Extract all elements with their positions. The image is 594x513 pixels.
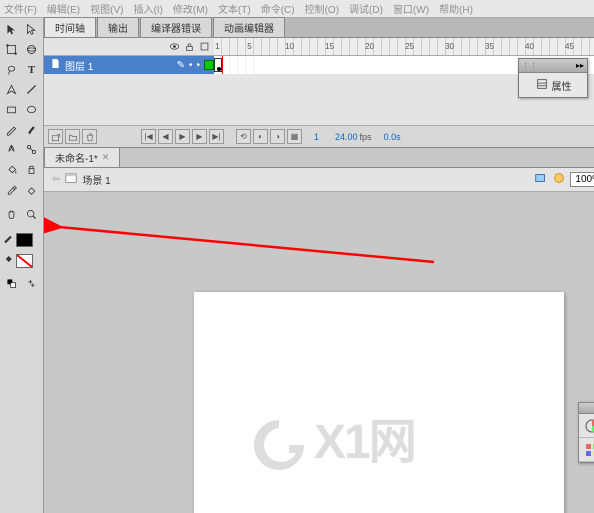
layer-outline-box[interactable]	[204, 60, 214, 70]
new-folder-button[interactable]	[65, 129, 80, 144]
tab-compiler-errors[interactable]: 编译器错误	[140, 17, 212, 37]
panel-gripper[interactable]	[579, 403, 594, 414]
layer-row[interactable]: 图层 1 ✎ ••	[44, 56, 214, 74]
playhead-line	[222, 56, 223, 74]
ink-bottle-tool[interactable]	[22, 160, 41, 179]
doc-tab-label: 未命名-1*	[55, 150, 98, 165]
collapse-icon[interactable]: ▸▸	[576, 61, 584, 70]
frame-ruler[interactable]: 1 5 10 15 20 25 30 35	[214, 38, 594, 55]
doc-tab[interactable]: 未命名-1* ✕	[44, 147, 120, 167]
onion-skin-button[interactable]: ◐	[253, 129, 268, 144]
pencil-tool[interactable]	[2, 120, 21, 139]
properties-panel: ⋮⋮ ▸▸ 属性	[518, 58, 588, 98]
scene-bar: ⇦ 场景 1 100%	[44, 168, 594, 192]
menubar: 文件(F) 编辑(E) 视图(V) 插入(I) 修改(M) 文本(T) 命令(C…	[0, 0, 594, 18]
menu-view[interactable]: 视图(V)	[90, 1, 123, 16]
zoom-tool[interactable]	[22, 205, 41, 224]
layer-name: 图层 1	[65, 58, 93, 73]
swap-colors-button[interactable]	[22, 274, 41, 293]
properties-icon[interactable]	[535, 77, 549, 94]
step-forward-button[interactable]: ▶	[192, 129, 207, 144]
menu-commands[interactable]: 命令(C)	[261, 1, 295, 16]
canvas[interactable]	[194, 292, 564, 513]
3d-rotation-tool[interactable]	[22, 40, 41, 59]
black-white-button[interactable]	[2, 274, 21, 293]
layer-column-header	[44, 38, 214, 55]
paint-bucket-tool[interactable]	[2, 160, 21, 179]
text-tool[interactable]: T	[22, 60, 41, 79]
selection-tool[interactable]	[2, 20, 21, 39]
keyframe[interactable]	[214, 58, 222, 72]
lasso-tool[interactable]	[2, 60, 21, 79]
layer-page-icon	[50, 58, 61, 72]
fps-value: 24.00	[335, 132, 358, 142]
timeline-panel: 1 5 10 15 20 25 30 35	[44, 38, 594, 148]
oval-tool[interactable]	[22, 100, 41, 119]
menu-control[interactable]: 控制(O)	[305, 1, 339, 16]
tab-output[interactable]: 输出	[97, 17, 139, 37]
eyedropper-tool[interactable]	[2, 180, 21, 199]
eye-icon[interactable]	[168, 41, 180, 53]
step-back-button[interactable]: ◀	[158, 129, 173, 144]
menu-help[interactable]: 帮助(H)	[439, 1, 473, 16]
stroke-color-swatch[interactable]	[16, 233, 33, 247]
panel-tabs: 时间轴 输出 编译器错误 动画编辑器	[44, 18, 594, 38]
menu-insert[interactable]: 插入(I)	[133, 1, 162, 16]
line-tool[interactable]	[22, 80, 41, 99]
zoom-field[interactable]: 100%	[570, 172, 594, 187]
timeline-footer: |◀ ◀ ▶ ▶ ▶| ⟲ ◐ ◑ ▦ 1 24.00 fps 0.0s	[44, 125, 594, 147]
toolbox: T	[0, 18, 44, 513]
panel-gripper-icon[interactable]: ⋮⋮	[522, 62, 538, 70]
fill-color-icon	[2, 252, 14, 270]
tools-float-panel	[578, 402, 594, 463]
document-tabs: 未命名-1* ✕	[44, 148, 594, 168]
properties-label: 属性	[552, 78, 572, 93]
fps-label: fps	[360, 132, 372, 142]
lock-icon[interactable]	[183, 41, 195, 53]
goto-first-button[interactable]: |◀	[141, 129, 156, 144]
center-frame-button[interactable]: ⟲	[236, 129, 251, 144]
subselection-tool[interactable]	[22, 20, 41, 39]
current-frame-value: 1	[314, 132, 319, 142]
stage[interactable]: X1网	[44, 192, 594, 513]
panel-titlebar[interactable]: ⋮⋮ ▸▸	[519, 59, 587, 73]
menu-file[interactable]: 文件(F)	[4, 1, 37, 16]
deco-tool[interactable]	[2, 140, 21, 159]
delete-layer-button[interactable]	[82, 129, 97, 144]
outline-icon[interactable]	[198, 41, 210, 53]
scene-label: 场景 1	[82, 172, 110, 187]
goto-last-button[interactable]: ▶|	[209, 129, 224, 144]
annotation-arrow	[44, 212, 444, 272]
bone-tool[interactable]	[22, 140, 41, 159]
pen-tool[interactable]	[2, 80, 21, 99]
edit-multiple-button[interactable]: ▦	[287, 129, 302, 144]
edit-symbols-icon[interactable]	[552, 171, 566, 188]
menu-edit[interactable]: 编辑(E)	[47, 1, 80, 16]
scene-icon	[64, 171, 78, 188]
color-panel-icon[interactable]	[579, 414, 594, 438]
elapsed-time-value: 0.0s	[384, 132, 401, 142]
swatches-panel-icon[interactable]	[579, 438, 594, 462]
menu-modify[interactable]: 修改(M)	[173, 1, 208, 16]
onion-outline-button[interactable]: ◑	[270, 129, 285, 144]
edit-scene-icon[interactable]	[534, 171, 548, 188]
play-button[interactable]: ▶	[175, 129, 190, 144]
ruler-tick: 1	[214, 38, 222, 55]
tab-motion-editor[interactable]: 动画编辑器	[213, 17, 285, 37]
back-arrow-icon[interactable]: ⇦	[52, 174, 60, 185]
hand-tool[interactable]	[2, 205, 21, 224]
free-transform-tool[interactable]	[2, 40, 21, 59]
eraser-tool[interactable]	[22, 180, 41, 199]
fill-color-swatch[interactable]	[16, 254, 33, 268]
stroke-color-icon	[2, 231, 14, 249]
rectangle-tool[interactable]	[2, 100, 21, 119]
tab-timeline[interactable]: 时间轴	[44, 17, 96, 37]
menu-debug[interactable]: 调试(D)	[349, 1, 383, 16]
close-icon[interactable]: ✕	[102, 152, 110, 163]
new-layer-button[interactable]	[48, 129, 63, 144]
brush-tool[interactable]	[22, 120, 41, 139]
layer-pencil-icon: ✎	[177, 60, 185, 71]
menu-window[interactable]: 窗口(W)	[393, 1, 429, 16]
menu-text[interactable]: 文本(T)	[218, 1, 251, 16]
